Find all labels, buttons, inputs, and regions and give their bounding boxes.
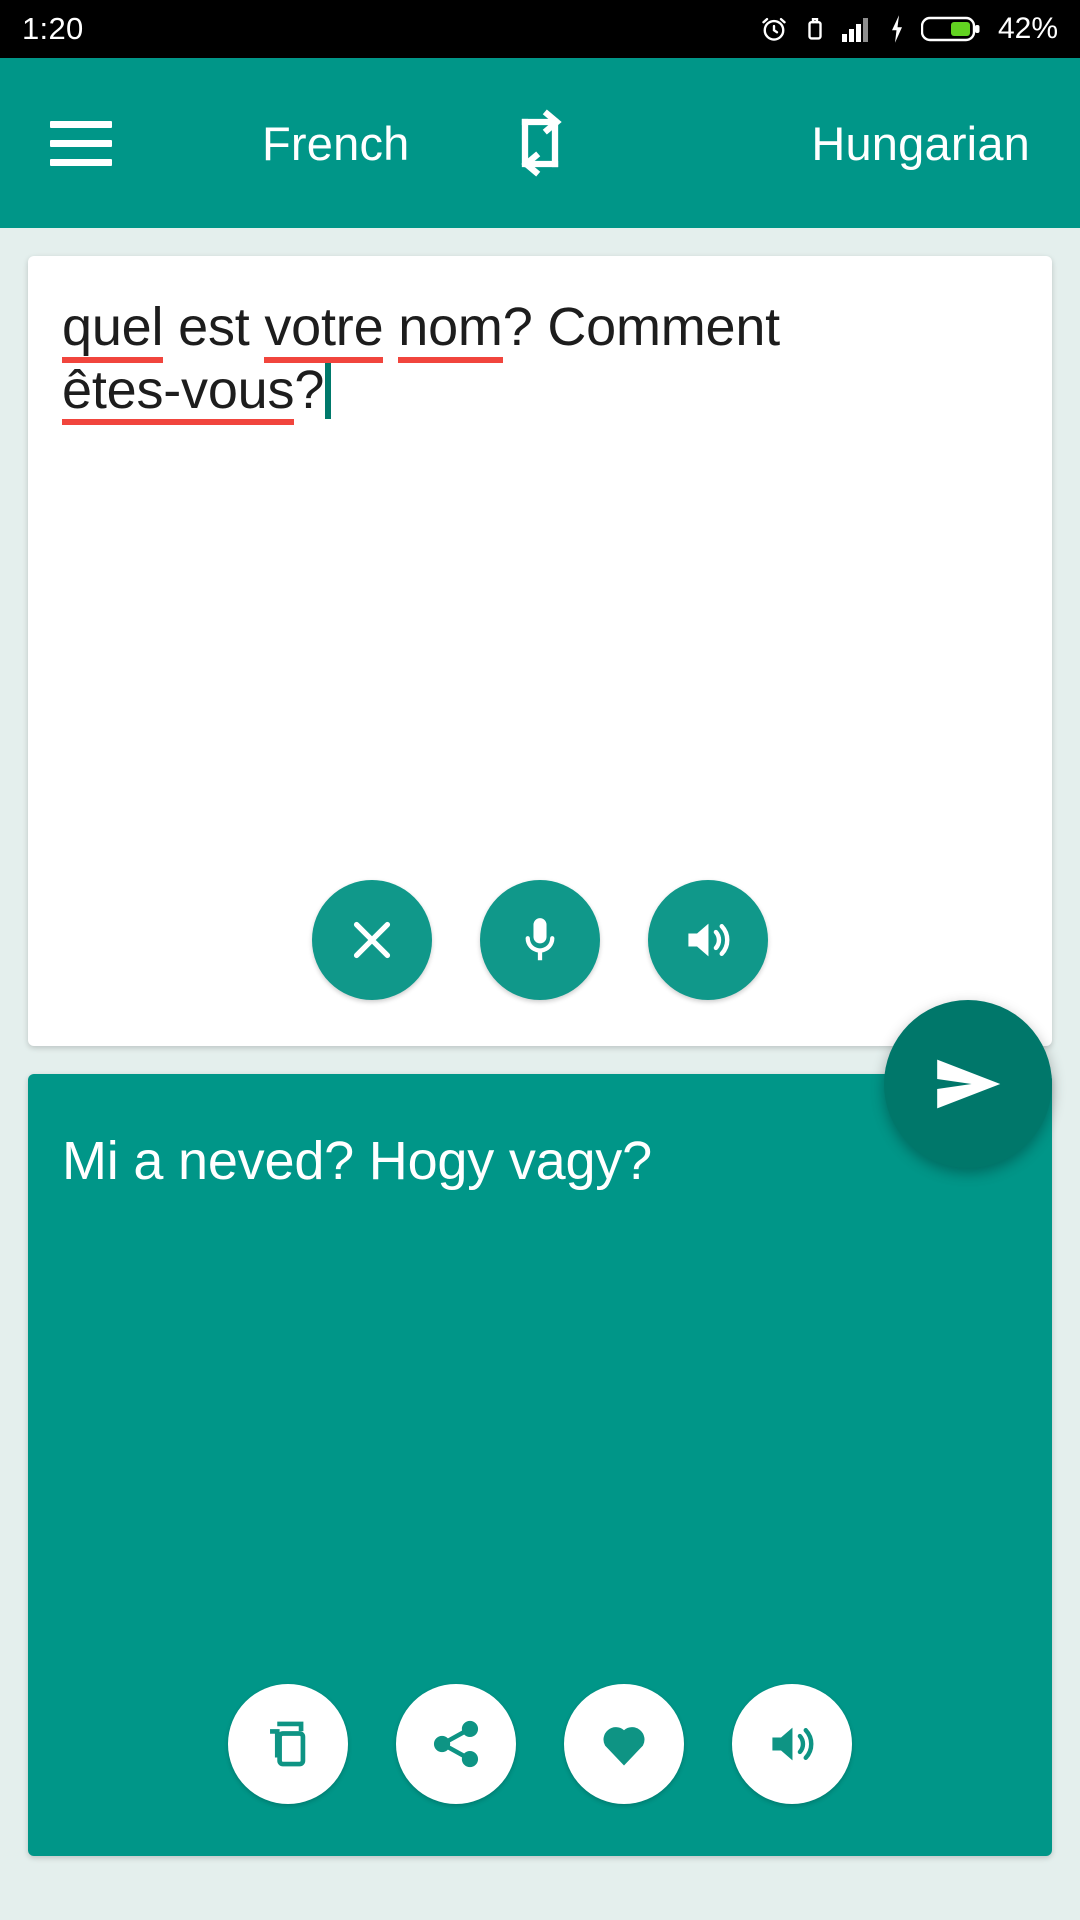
- source-text-card[interactable]: quel est votre nom? Comment êtes-vous?: [28, 256, 1052, 1046]
- result-action-bar: [28, 1684, 1052, 1804]
- swap-languages-icon[interactable]: [504, 107, 576, 179]
- send-button[interactable]: [884, 1000, 1052, 1168]
- source-language-selector[interactable]: French: [262, 116, 409, 171]
- speaker-icon: [772, 1727, 814, 1761]
- battery-icon: [920, 14, 981, 44]
- misspelled-word: quel: [62, 297, 164, 363]
- send-icon: [937, 1059, 1001, 1109]
- source-action-bar: [28, 880, 1052, 1000]
- hamburger-bar: [50, 158, 112, 166]
- speaker-icon: [688, 923, 730, 957]
- share-icon: [433, 1720, 479, 1768]
- text-caret: [325, 362, 332, 419]
- battery-percent: 42%: [997, 12, 1058, 45]
- source-text-input[interactable]: quel est votre nom? Comment êtes-vous?: [62, 296, 1018, 425]
- copy-button[interactable]: [228, 1684, 348, 1804]
- status-time: 1:20: [22, 11, 84, 46]
- share-button[interactable]: [396, 1684, 516, 1804]
- plain-text: ? Comment: [502, 297, 780, 357]
- speak-source-button[interactable]: [648, 880, 768, 1000]
- translation-result-card[interactable]: Mi a neved? Hogy vagy?: [28, 1074, 1052, 1856]
- clear-button[interactable]: [312, 880, 432, 1000]
- hamburger-bar: [50, 120, 112, 128]
- plain-text: [163, 297, 178, 357]
- hamburger-menu-icon[interactable]: [50, 120, 112, 166]
- favorite-button[interactable]: [564, 1684, 684, 1804]
- voice-input-button[interactable]: [480, 880, 600, 1000]
- microphone-icon: [525, 918, 555, 961]
- hamburger-bar: [50, 139, 112, 147]
- signal-icon: [841, 15, 873, 43]
- misspelled-word: êtes-vous: [62, 359, 295, 425]
- heart-icon: [603, 1727, 645, 1766]
- plain-text: [250, 297, 265, 357]
- translation-screen: quel est votre nom? Comment êtes-vous? M…: [0, 228, 1080, 1920]
- alarm-icon: [759, 14, 789, 44]
- status-icons: 42%: [759, 12, 1058, 46]
- app-toolbar: French Hungarian: [0, 58, 1080, 228]
- misspelled-word: nom: [398, 297, 504, 363]
- speak-result-button[interactable]: [732, 1684, 852, 1804]
- misspelled-word: votre: [264, 297, 384, 363]
- charging-bolt-icon: [888, 14, 906, 44]
- plain-text: est: [178, 297, 250, 357]
- translation-result-text: Mi a neved? Hogy vagy?: [62, 1131, 652, 1191]
- vibrate-icon: [804, 14, 826, 44]
- copy-icon: [270, 1721, 306, 1767]
- status-bar: 1:20 42%: [0, 0, 1080, 58]
- plain-text: [383, 297, 398, 357]
- plain-text: ?: [294, 359, 325, 420]
- close-icon: [353, 921, 391, 959]
- target-language-selector[interactable]: Hungarian: [811, 116, 1030, 171]
